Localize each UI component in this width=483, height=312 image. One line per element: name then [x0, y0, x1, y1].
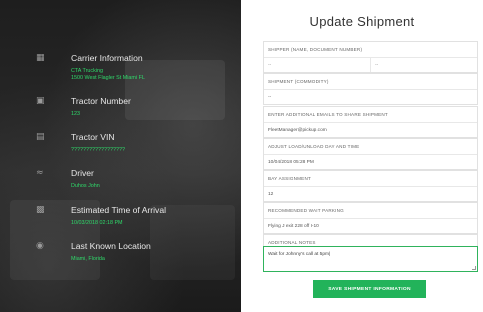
carrier-name: CTA Trucking [71, 68, 103, 74]
eta-title: Estimated Time of Arrival [71, 205, 167, 215]
driver-icon: ≈ [36, 168, 44, 178]
location-value: Miami, Florida [71, 256, 105, 262]
tractor-vin-value: ?????????????????? [71, 147, 125, 153]
bay-label: Bay Assignment [268, 176, 311, 181]
emails-field-group: Enter Additional Emails to Share Shipmen… [263, 106, 478, 138]
shipper-label: Shipper (Name, Document Number) [268, 47, 363, 52]
emails-label: Enter Additional Emails to Share Shipmen… [268, 112, 388, 117]
shipment-field-group: Shipment (Commodity) -- [263, 73, 478, 105]
shipper-name-input[interactable]: -- [264, 58, 370, 72]
notes-textarea[interactable]: Wait for Johnny's call at 5pm| [263, 246, 478, 272]
emails-input[interactable]: FleetManager@pickup.com [264, 123, 477, 137]
page-title: Update Shipment [309, 14, 415, 29]
carrier-address: 1500 West Flagler St Miami FL [71, 75, 145, 81]
carrier-info-title: Carrier Information [71, 53, 143, 63]
adjust-time-input[interactable]: 10/04/2018 05:28 PM [264, 155, 477, 169]
tractor-number-value: 123 [71, 111, 80, 117]
shipment-input[interactable]: -- [264, 90, 477, 104]
save-shipment-button[interactable]: Save Shipment Information [313, 280, 426, 298]
eta-value: 10/03/2018 02:18 PM [71, 220, 123, 226]
shipper-document-input[interactable]: -- [370, 58, 477, 72]
location-title: Last Known Location [71, 241, 151, 251]
parking-label: Recommended Wait Parking [268, 208, 344, 213]
adjust-time-field-group: Adjust Load/Unload Day and Time 10/04/20… [263, 138, 478, 170]
parking-input[interactable]: Flying J exit 228 off I-10 [264, 219, 477, 233]
notes-text: Wait for Johnny's call at 5pm| [268, 252, 331, 257]
truck-background-image-3 [150, 205, 235, 280]
bay-input[interactable]: 12 [264, 187, 477, 201]
update-shipment-form: Update Shipment Shipper (Name, Document … [241, 0, 483, 312]
tractor-vin-title: Tractor VIN [71, 132, 115, 142]
adjust-time-label: Adjust Load/Unload Day and Time [268, 144, 360, 149]
bay-field-group: Bay Assignment 12 [263, 170, 478, 202]
truck-background-image [125, 60, 225, 120]
shipment-label: Shipment (Commodity) [268, 79, 329, 84]
tractor-number-title: Tractor Number [71, 96, 131, 106]
shipment-info-panel: ▦ Carrier Information CTA Trucking 1500 … [0, 0, 241, 312]
truck-icon: ▣ [36, 96, 45, 106]
calendar-icon: ▩ [36, 205, 45, 215]
building-icon: ▦ [36, 53, 45, 63]
driver-title: Driver [71, 168, 94, 178]
barcode-icon: ▤ [36, 132, 45, 142]
parking-field-group: Recommended Wait Parking Flying J exit 2… [263, 202, 478, 234]
resize-handle[interactable] [472, 266, 476, 270]
map-pin-icon: ◉ [36, 241, 44, 251]
notes-label: Additional Notes [268, 240, 316, 245]
driver-value: Duhos John [71, 183, 100, 189]
shipper-field-group: Shipper (Name, Document Number) -- -- [263, 41, 478, 73]
